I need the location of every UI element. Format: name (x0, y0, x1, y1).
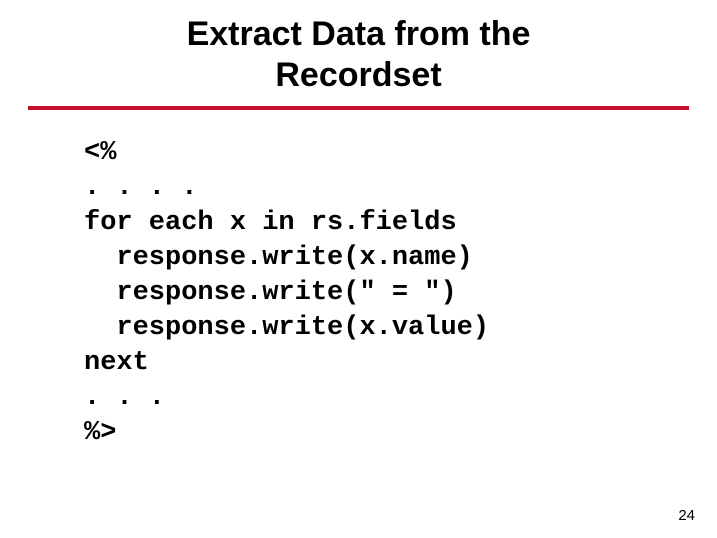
title-line-1: Extract Data from the (187, 15, 531, 53)
page-number: 24 (678, 507, 695, 524)
title-underline (28, 106, 689, 110)
title-line-2: Recordset (275, 56, 441, 94)
code-block: <% . . . . for each x in rs.fields respo… (84, 136, 717, 452)
slide-title: Extract Data from the Recordset (0, 0, 717, 106)
slide: Extract Data from the Recordset <% . . .… (0, 0, 717, 538)
